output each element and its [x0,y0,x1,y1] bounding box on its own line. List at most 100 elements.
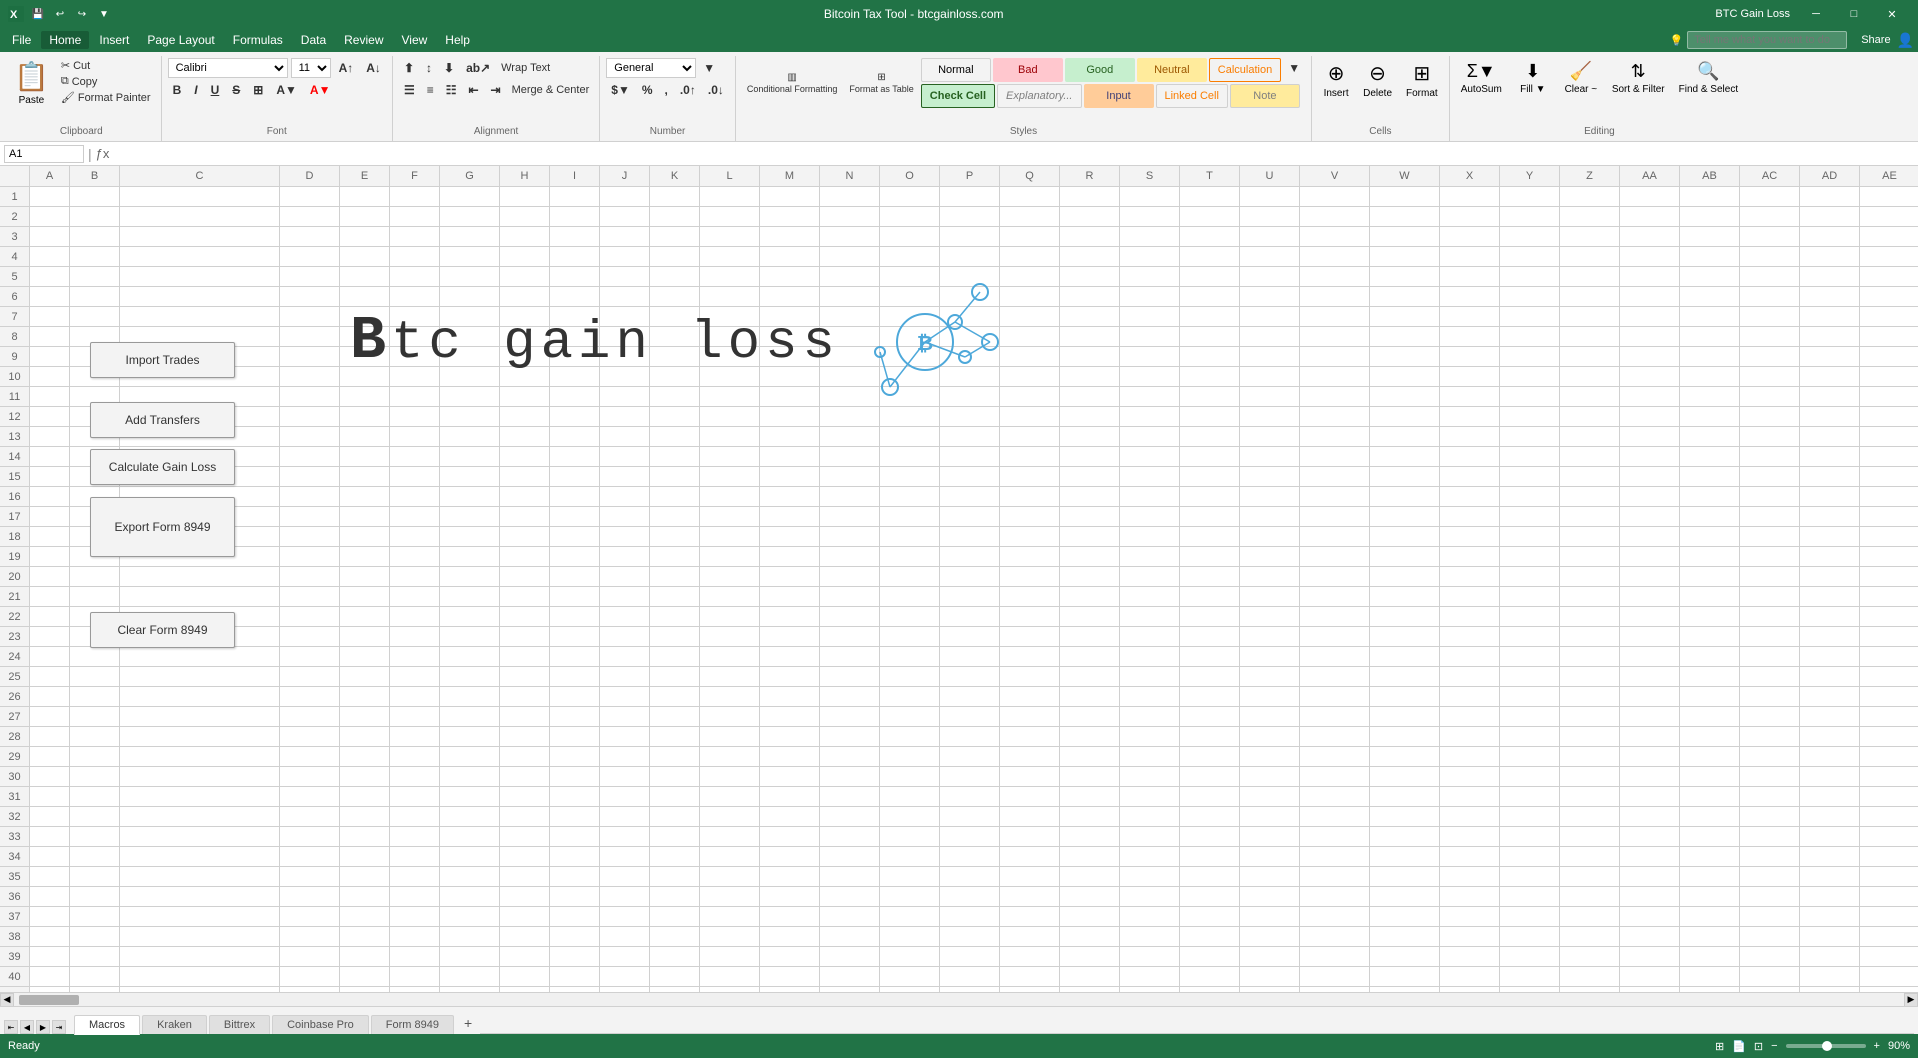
cell-25-17[interactable] [1060,667,1120,687]
cell-29-18[interactable] [1120,747,1180,767]
cell-1-13[interactable] [820,187,880,207]
cell-29-8[interactable] [550,747,600,767]
cell-25-29[interactable] [1800,667,1860,687]
cell-18-14[interactable] [880,527,940,547]
cell-38-10[interactable] [650,927,700,947]
row-header-18[interactable]: 18 [0,527,29,547]
cell-41-9[interactable] [600,987,650,992]
cell-39-4[interactable] [340,947,390,967]
cell-22-8[interactable] [550,607,600,627]
cell-3-12[interactable] [760,227,820,247]
cell-17-6[interactable] [440,507,500,527]
cell-15-17[interactable] [1060,467,1120,487]
cell-39-2[interactable] [120,947,280,967]
cell-31-8[interactable] [550,787,600,807]
row-header-9[interactable]: 9 [0,347,29,367]
cell-1-17[interactable] [1060,187,1120,207]
cell-9-0[interactable] [30,347,70,367]
cell-27-11[interactable] [700,707,760,727]
cell-33-5[interactable] [390,827,440,847]
cell-25-30[interactable] [1860,667,1918,687]
cell-15-15[interactable] [940,467,1000,487]
cell-21-11[interactable] [700,587,760,607]
cell-27-19[interactable] [1180,707,1240,727]
cell-17-15[interactable] [940,507,1000,527]
orientation-button[interactable]: ab↗ [461,58,495,78]
cell-30-13[interactable] [820,767,880,787]
col-header-k[interactable]: K [650,166,700,186]
cell-28-8[interactable] [550,727,600,747]
cell-4-30[interactable] [1860,247,1918,267]
row-header-5[interactable]: 5 [0,267,29,287]
cell-37-1[interactable] [70,907,120,927]
cell-35-1[interactable] [70,867,120,887]
cell-20-22[interactable] [1370,567,1440,587]
cell-19-11[interactable] [700,547,760,567]
cell-4-23[interactable] [1440,247,1500,267]
cell-27-5[interactable] [390,707,440,727]
cell-34-11[interactable] [700,847,760,867]
cell-33-30[interactable] [1860,827,1918,847]
cell-24-7[interactable] [500,647,550,667]
cell-13-6[interactable] [440,427,500,447]
cell-20-8[interactable] [550,567,600,587]
cell-40-26[interactable] [1620,967,1680,987]
cell-27-3[interactable] [280,707,340,727]
cell-13-26[interactable] [1620,427,1680,447]
cell-8-21[interactable] [1300,327,1370,347]
cell-34-13[interactable] [820,847,880,867]
cell-9-27[interactable] [1680,347,1740,367]
cell-38-28[interactable] [1740,927,1800,947]
cell-10-28[interactable] [1740,367,1800,387]
cell-33-1[interactable] [70,827,120,847]
cell-31-15[interactable] [940,787,1000,807]
cell-17-11[interactable] [700,507,760,527]
cell-17-3[interactable] [280,507,340,527]
cell-29-27[interactable] [1680,747,1740,767]
cell-28-25[interactable] [1560,727,1620,747]
row-header-29[interactable]: 29 [0,747,29,767]
cell-35-7[interactable] [500,867,550,887]
style-calculation[interactable]: Calculation [1209,58,1281,82]
cell-20-27[interactable] [1680,567,1740,587]
cell-29-9[interactable] [600,747,650,767]
underline-button[interactable]: U [206,80,225,100]
cell-1-26[interactable] [1620,187,1680,207]
cell-22-28[interactable] [1740,607,1800,627]
cell-16-14[interactable] [880,487,940,507]
cell-8-24[interactable] [1500,327,1560,347]
cell-25-16[interactable] [1000,667,1060,687]
cell-29-30[interactable] [1860,747,1918,767]
cell-13-14[interactable] [880,427,940,447]
cell-32-28[interactable] [1740,807,1800,827]
cell-10-21[interactable] [1300,367,1370,387]
cell-2-26[interactable] [1620,207,1680,227]
cell-1-2[interactable] [120,187,280,207]
cell-8-25[interactable] [1560,327,1620,347]
cell-20-29[interactable] [1800,567,1860,587]
cell-31-19[interactable] [1180,787,1240,807]
col-header-l[interactable]: L [700,166,760,186]
cell-23-26[interactable] [1620,627,1680,647]
cell-26-1[interactable] [70,687,120,707]
cell-27-16[interactable] [1000,707,1060,727]
cell-20-5[interactable] [390,567,440,587]
cell-39-1[interactable] [70,947,120,967]
cell-27-28[interactable] [1740,707,1800,727]
cell-14-11[interactable] [700,447,760,467]
col-header-s[interactable]: S [1120,166,1180,186]
cell-11-19[interactable] [1180,387,1240,407]
cell-40-29[interactable] [1800,967,1860,987]
cell-33-27[interactable] [1680,827,1740,847]
row-header-1[interactable]: 1 [0,187,29,207]
cell-15-19[interactable] [1180,467,1240,487]
cell-11-22[interactable] [1370,387,1440,407]
cell-37-0[interactable] [30,907,70,927]
cell-16-23[interactable] [1440,487,1500,507]
row-header-25[interactable]: 25 [0,667,29,687]
cell-4-2[interactable] [120,247,280,267]
cell-33-16[interactable] [1000,827,1060,847]
cell-3-23[interactable] [1440,227,1500,247]
cell-21-6[interactable] [440,587,500,607]
cell-19-18[interactable] [1120,547,1180,567]
